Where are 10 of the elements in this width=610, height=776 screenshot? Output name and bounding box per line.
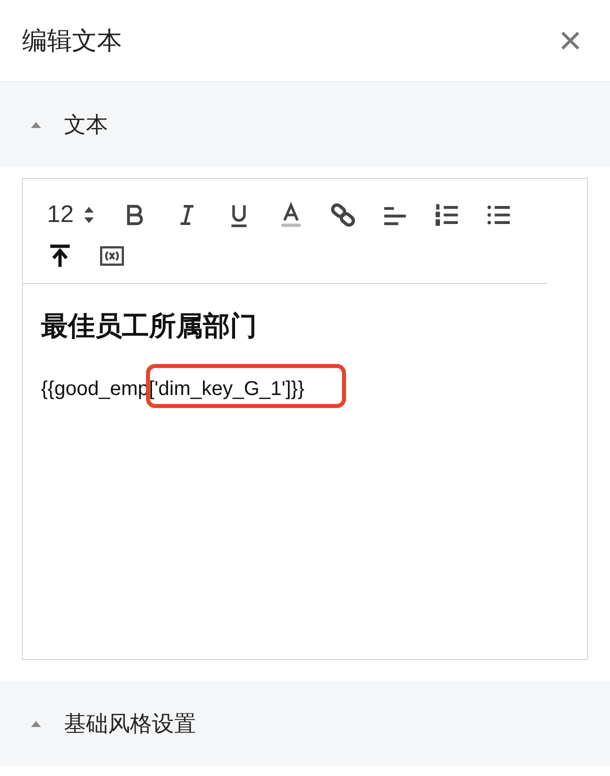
numbered-list-icon[interactable] <box>434 202 460 228</box>
panel-title: 编辑文本 <box>22 26 122 57</box>
section-header[interactable]: 基础风格设置 <box>0 681 610 766</box>
caret-icon <box>30 720 42 728</box>
heading-text: 最佳员工所属部门 <box>41 310 258 343</box>
section-header[interactable]: 文本 <box>0 82 610 167</box>
font-size-selector[interactable]: 12 <box>47 201 74 229</box>
close-button[interactable]: × <box>552 20 588 60</box>
link-icon[interactable] <box>330 202 356 228</box>
caret-icon <box>30 120 42 128</box>
